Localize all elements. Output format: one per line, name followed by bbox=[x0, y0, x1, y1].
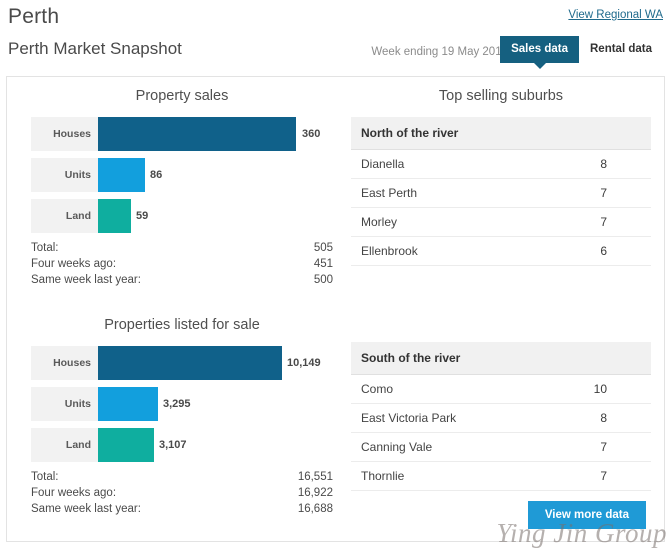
bar-row-land-sales: Land 59 bbox=[19, 199, 345, 233]
summary-row-last-year: Same week last year: 500 bbox=[31, 272, 333, 288]
bar-value-land: 59 bbox=[136, 210, 149, 222]
suburb-count: 7 bbox=[600, 215, 607, 229]
summary-label-four-weeks: Four weeks ago: bbox=[31, 258, 117, 270]
summary-value-last-year-listed: 16,688 bbox=[297, 503, 333, 515]
summary-value-four-weeks-listed: 16,922 bbox=[297, 487, 333, 499]
bar-fill-units-listed bbox=[98, 387, 158, 421]
snapshot-title: Perth Market Snapshot bbox=[8, 39, 182, 58]
table-row[interactable]: Ellenbrook 6 bbox=[351, 237, 651, 266]
summary-label-total-listed: Total: bbox=[31, 471, 59, 483]
bar-row-units-listed: Units 3,295 bbox=[19, 387, 345, 421]
table-row[interactable]: Como 10 bbox=[351, 375, 651, 404]
bar-fill-houses-listed bbox=[98, 346, 282, 380]
table-row[interactable]: East Victoria Park 8 bbox=[351, 404, 651, 433]
property-sales-chart: Property sales Houses 360 Units 86 Land … bbox=[19, 77, 345, 288]
suburb-name: Thornlie bbox=[361, 469, 405, 483]
week-ending-label: Week ending 19 May 2019 bbox=[371, 46, 508, 58]
bar-row-land-listed: Land 3,107 bbox=[19, 428, 345, 462]
bar-row-units-sales: Units 86 bbox=[19, 158, 345, 192]
market-snapshot-page: Perth View Regional WA Perth Market Snap… bbox=[0, 0, 671, 553]
suburb-count: 7 bbox=[600, 469, 607, 483]
bar-value-houses-listed: 10,149 bbox=[287, 357, 321, 369]
header-top-row: Perth View Regional WA bbox=[0, 0, 671, 36]
summary-row-total-listed: Total: 16,551 bbox=[31, 469, 333, 485]
suburb-name: East Perth bbox=[361, 186, 418, 200]
table-row[interactable]: Morley 7 bbox=[351, 208, 651, 237]
table-header-south: South of the river bbox=[351, 342, 651, 375]
summary-row-total: Total: 505 bbox=[31, 240, 333, 256]
summary-label-four-weeks-listed: Four weeks ago: bbox=[31, 487, 117, 499]
snapshot-card: Property sales Houses 360 Units 86 Land … bbox=[6, 76, 665, 542]
summary-value-total-listed: 16,551 bbox=[297, 471, 333, 483]
suburb-name: Canning Vale bbox=[361, 440, 433, 454]
bar-label-units-listed: Units bbox=[31, 387, 98, 421]
bar-row-houses-sales: Houses 360 bbox=[19, 117, 345, 151]
bar-fill-units bbox=[98, 158, 145, 192]
summary-label-last-year-listed: Same week last year: bbox=[31, 503, 141, 515]
suburb-name: Ellenbrook bbox=[361, 244, 418, 258]
summary-row-four-weeks: Four weeks ago: 451 bbox=[31, 256, 333, 272]
suburbs-section-title: Top selling suburbs bbox=[438, 88, 564, 104]
suburb-count: 8 bbox=[600, 411, 607, 425]
view-regional-link[interactable]: View Regional WA bbox=[568, 9, 663, 21]
summary-value-four-weeks: 451 bbox=[313, 258, 333, 270]
suburb-count: 6 bbox=[600, 244, 607, 258]
suburb-name: East Victoria Park bbox=[361, 411, 457, 425]
bar-value-houses: 360 bbox=[302, 128, 321, 140]
suburb-count: 7 bbox=[600, 440, 607, 454]
chart-title-properties-listed: Properties listed for sale bbox=[104, 317, 260, 333]
bar-row-houses-listed: Houses 10,149 bbox=[19, 346, 345, 380]
table-header-north: North of the river bbox=[351, 117, 651, 150]
suburb-count: 10 bbox=[593, 382, 607, 396]
bar-label-land: Land bbox=[31, 199, 98, 233]
properties-listed-chart: Properties listed for sale Houses 10,149… bbox=[19, 306, 345, 517]
summary-row-four-weeks-listed: Four weeks ago: 16,922 bbox=[31, 485, 333, 501]
summary-value-total: 505 bbox=[313, 242, 333, 254]
summary-row-last-year-listed: Same week last year: 16,688 bbox=[31, 501, 333, 517]
properties-listed-summary: Total: 16,551 Four weeks ago: 16,922 Sam… bbox=[19, 469, 345, 517]
suburb-name: Dianella bbox=[361, 157, 405, 171]
bar-value-units-listed: 3,295 bbox=[163, 398, 191, 410]
suburb-count: 8 bbox=[600, 157, 607, 171]
view-more-data-button[interactable]: View more data bbox=[527, 501, 646, 529]
bar-fill-houses bbox=[98, 117, 296, 151]
header-second-row: Perth Market Snapshot Week ending 19 May… bbox=[0, 36, 671, 72]
tab-sales-data[interactable]: Sales data bbox=[500, 36, 579, 69]
table-north-of-river: North of the river Dianella 8 East Perth… bbox=[351, 117, 651, 266]
table-row[interactable]: Dianella 8 bbox=[351, 150, 651, 179]
bar-label-houses-listed: Houses bbox=[31, 346, 98, 380]
suburb-name: Morley bbox=[361, 215, 398, 229]
suburb-count: 7 bbox=[600, 186, 607, 200]
table-row[interactable]: East Perth 7 bbox=[351, 179, 651, 208]
bar-fill-land bbox=[98, 199, 131, 233]
property-sales-summary: Total: 505 Four weeks ago: 451 Same week… bbox=[19, 240, 345, 288]
chart-title-property-sales: Property sales bbox=[135, 88, 229, 104]
summary-label-total: Total: bbox=[31, 242, 59, 254]
summary-label-last-year: Same week last year: bbox=[31, 274, 141, 286]
suburb-name: Como bbox=[361, 382, 394, 396]
bar-label-houses: Houses bbox=[31, 117, 98, 151]
bar-value-land-listed: 3,107 bbox=[159, 439, 187, 451]
table-row[interactable]: Thornlie 7 bbox=[351, 462, 651, 491]
data-tabs: Sales data Rental data bbox=[500, 36, 663, 69]
bar-value-units: 86 bbox=[150, 169, 163, 181]
bar-label-land-listed: Land bbox=[31, 428, 98, 462]
bar-fill-land-listed bbox=[98, 428, 154, 462]
summary-value-last-year: 500 bbox=[313, 274, 333, 286]
suburbs-column: Top selling suburbs North of the river D… bbox=[347, 77, 655, 491]
tab-rental-data[interactable]: Rental data bbox=[579, 36, 663, 63]
table-row[interactable]: Canning Vale 7 bbox=[351, 433, 651, 462]
charts-column: Property sales Houses 360 Units 86 Land … bbox=[19, 77, 345, 517]
table-south-of-river: South of the river Como 10 East Victoria… bbox=[351, 342, 651, 491]
page-title: Perth bbox=[8, 5, 60, 28]
bar-label-units: Units bbox=[31, 158, 98, 192]
